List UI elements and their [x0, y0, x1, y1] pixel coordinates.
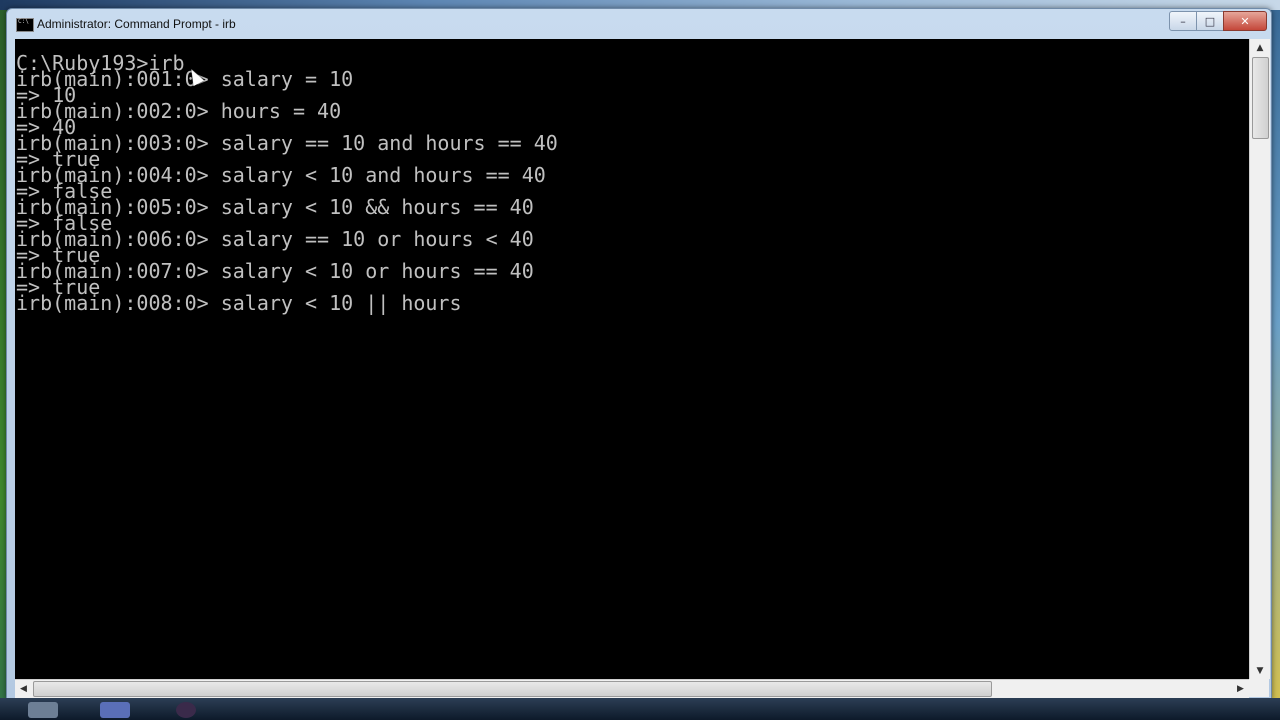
maximize-button[interactable]: □	[1196, 11, 1224, 31]
cmd-icon	[16, 18, 34, 32]
window-title: Administrator: Command Prompt - irb	[37, 17, 236, 31]
console-line: irb(main):002:0> hours = 40	[16, 99, 342, 123]
resize-grip[interactable]	[1249, 679, 1269, 697]
console-line: irb(main):006:0> salary == 10 or hours <…	[16, 227, 534, 251]
scroll-left-icon[interactable]: ◀	[15, 680, 32, 698]
console-line: irb(main):005:0> salary < 10 && hours ==…	[16, 195, 534, 219]
taskbar-app-icon[interactable]	[176, 702, 196, 718]
console-line: irb(main):004:0> salary < 10 and hours =…	[16, 163, 546, 187]
close-button[interactable]: ✕	[1223, 11, 1267, 31]
horizontal-scroll-thumb[interactable]	[33, 681, 992, 697]
taskbar-app-icon[interactable]	[100, 702, 130, 718]
console-input-line[interactable]: irb(main):008:0> salary < 10 || hours	[15, 293, 1249, 313]
vertical-scroll-thumb[interactable]	[1252, 57, 1269, 139]
horizontal-scrollbar[interactable]: ◀ ▶	[15, 679, 1249, 698]
scroll-right-icon[interactable]: ▶	[1232, 680, 1249, 698]
taskbar	[0, 698, 1280, 720]
window-controls: – □ ✕	[1169, 11, 1267, 31]
console-line: irb(main):003:0> salary == 10 and hours …	[16, 131, 558, 155]
minimize-button[interactable]: –	[1169, 11, 1197, 31]
command-prompt-window[interactable]: Administrator: Command Prompt - irb – □ …	[6, 8, 1272, 700]
taskbar-app-icon[interactable]	[28, 702, 58, 718]
scroll-down-icon[interactable]: ▼	[1250, 662, 1270, 679]
scroll-up-icon[interactable]: ▲	[1250, 39, 1270, 56]
vertical-scrollbar[interactable]: ▲ ▼	[1249, 39, 1270, 679]
console-output[interactable]: C:\Ruby193>irb irb(main):001:0> salary =…	[15, 39, 1249, 679]
title-bar[interactable]: Administrator: Command Prompt - irb – □ …	[7, 9, 1271, 39]
console-line: irb(main):007:0> salary < 10 or hours ==…	[16, 259, 534, 283]
